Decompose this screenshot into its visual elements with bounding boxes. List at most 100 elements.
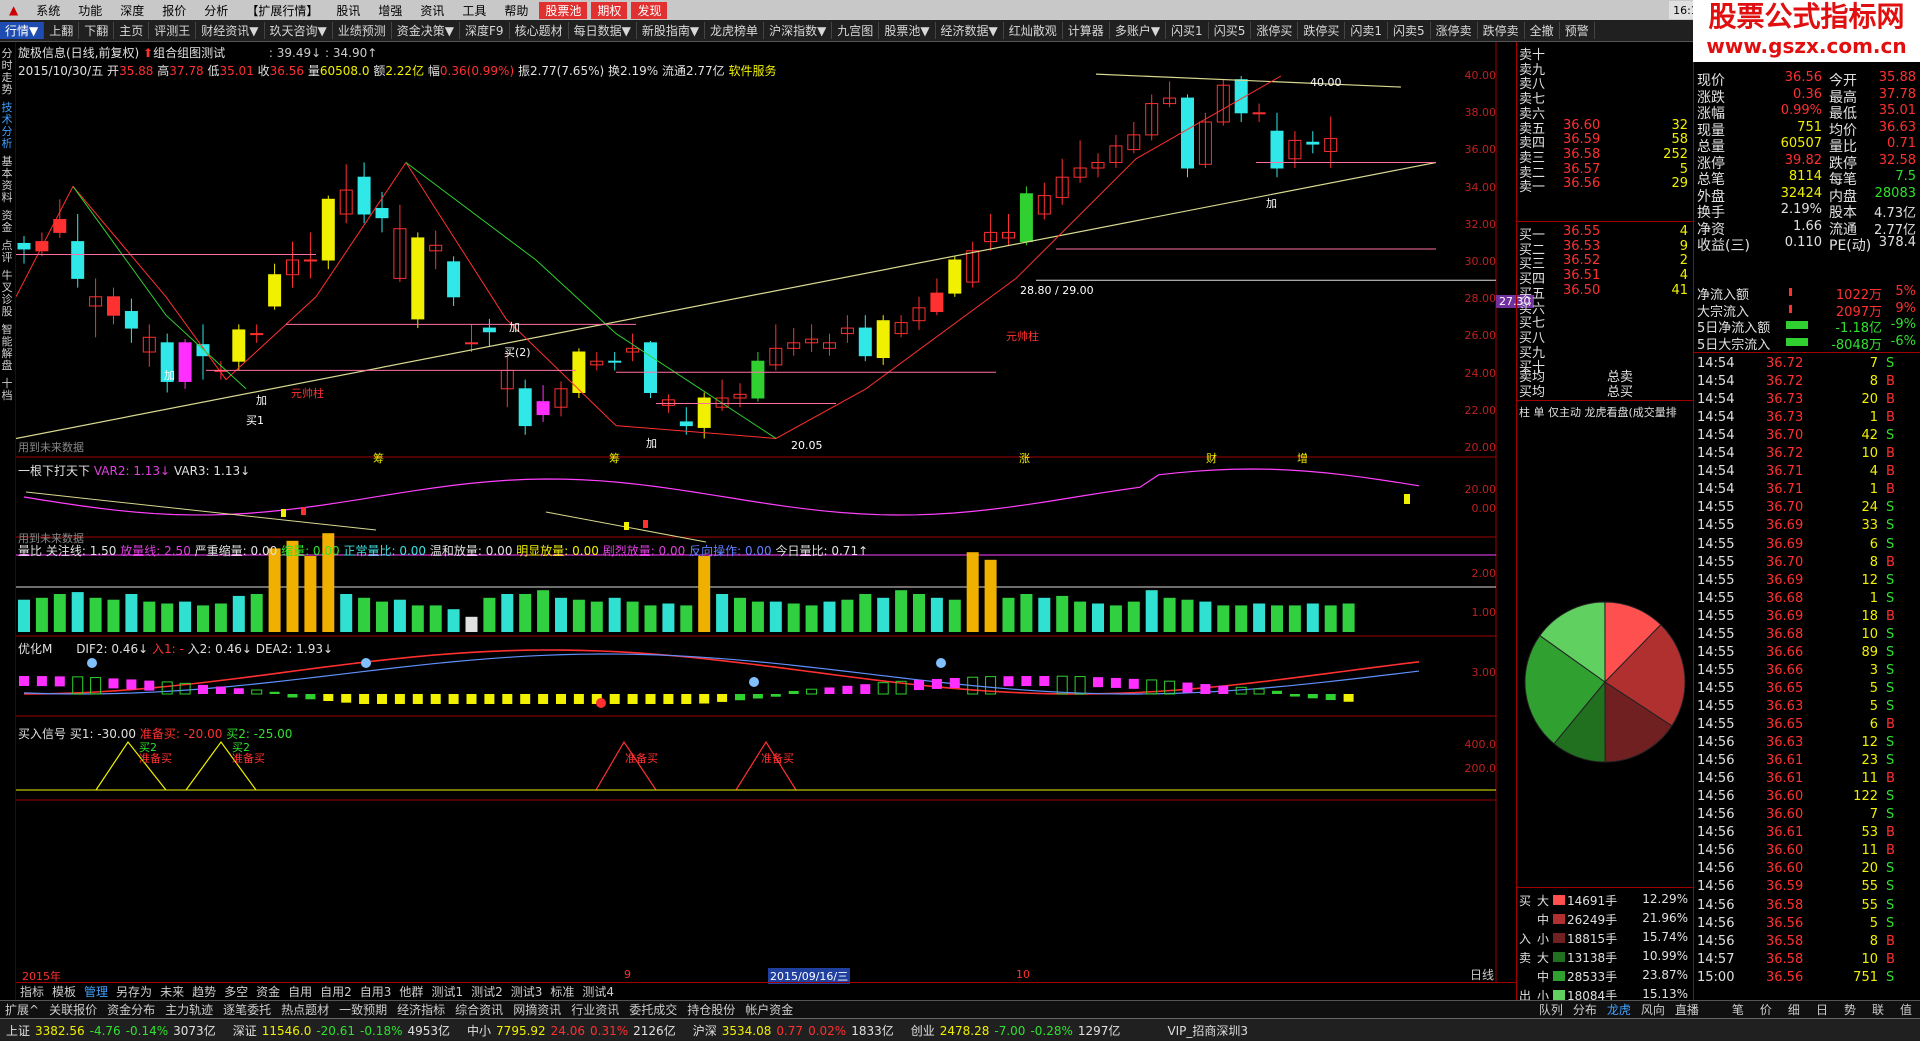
toolbar-item-12[interactable]: 新股指南▼: [637, 22, 706, 39]
right-tab-3[interactable]: 风向: [1636, 1001, 1670, 1018]
bottom-tab-4[interactable]: 逐笔委托: [218, 1001, 276, 1018]
indicator-tab-11[interactable]: 他群: [395, 983, 427, 1000]
bottom-tab-7[interactable]: 经济指标: [392, 1001, 450, 1018]
chart-area[interactable]: 旋极信息(日线,前复权) ⬆组合组图测试 : 39.49↓ : 34.90↑ 2…: [16, 42, 1534, 992]
index-2[interactable]: 中小 7795.92 24.06 0.31% 2126亿: [461, 1022, 687, 1039]
toolbar-item-10[interactable]: 核心题材: [510, 22, 569, 39]
bottom-tab-0[interactable]: 扩展^: [0, 1001, 44, 1018]
indicator-tab-8[interactable]: 自用: [284, 983, 316, 1000]
toolbar-item-16[interactable]: 股票池▼: [879, 22, 936, 39]
toolbar-item-7[interactable]: 业绩预测: [333, 22, 392, 39]
indicator-tab-6[interactable]: 多空: [220, 983, 252, 1000]
menu-item-ext[interactable]: 【扩展行情】: [237, 2, 327, 19]
bottom-tab-3[interactable]: 主力轨迹: [160, 1001, 218, 1018]
toolbar-item-5[interactable]: 财经资讯▼: [196, 22, 265, 39]
buy-price-0[interactable]: 36.55: [1563, 224, 1600, 239]
sell-price-7[interactable]: 36.58: [1563, 147, 1600, 162]
menu-item-depth[interactable]: 深度: [111, 2, 153, 19]
indicator-tab-4[interactable]: 未来: [156, 983, 188, 1000]
toolbar-item-11[interactable]: 每日数据▼: [569, 22, 637, 39]
bottom-tab-6[interactable]: 一致预期: [334, 1001, 392, 1018]
indicator-tab-3[interactable]: 另存为: [112, 983, 156, 1000]
left-nav-5[interactable]: 牛叉诊股: [0, 270, 14, 318]
event-2[interactable]: 筹: [609, 450, 620, 466]
toolbar-item-27[interactable]: 涨停卖: [1431, 22, 1478, 39]
indicator-tab-16[interactable]: 测试4: [578, 983, 618, 1000]
right-tab-2[interactable]: 龙虎: [1602, 1001, 1636, 1018]
menu-item-stock-news[interactable]: 股讯: [327, 2, 369, 19]
toolbar-item-28[interactable]: 跌停卖: [1478, 22, 1525, 39]
indicator-tab-14[interactable]: 测试3: [507, 983, 547, 1000]
toolbar-item-6[interactable]: 玖天咨询▼: [265, 22, 333, 39]
buy-price-4[interactable]: 36.50: [1563, 283, 1600, 298]
buy-price-2[interactable]: 36.52: [1563, 253, 1600, 268]
bottom-tab-5[interactable]: 热点题材: [276, 1001, 334, 1018]
left-nav-7[interactable]: 十档: [0, 378, 14, 402]
bottom-tab-13[interactable]: 帐户资金: [740, 1001, 798, 1018]
bottom-tab-10[interactable]: 行业资讯: [566, 1001, 624, 1018]
toolbar-item-3[interactable]: 主页: [114, 22, 150, 39]
buy-price-1[interactable]: 36.53: [1563, 239, 1600, 254]
app-icon[interactable]: ▲: [0, 3, 27, 17]
period-label[interactable]: 日线: [1470, 966, 1494, 983]
toolbar-item-25[interactable]: 闪卖1: [1345, 22, 1388, 39]
toolbar-item-4[interactable]: 评测王: [149, 22, 197, 39]
orderbook-tabs[interactable]: 柱 单 仅主动 龙虎看盘(成交量排: [1519, 404, 1677, 420]
index-3[interactable]: 沪深 3534.08 0.77 0.02% 1833亿: [687, 1022, 905, 1039]
right-tab-0[interactable]: 队列: [1534, 1001, 1568, 1018]
indicator-tab-1[interactable]: 模板: [48, 983, 80, 1000]
menu-item-enhance[interactable]: 增强: [369, 2, 411, 19]
menu-item-tools[interactable]: 工具: [453, 2, 495, 19]
toolbar-item-29[interactable]: 全撤: [1525, 22, 1560, 39]
bottom-tab-9[interactable]: 网摘资讯: [508, 1001, 566, 1018]
toolbar-item-2[interactable]: 下翻: [79, 22, 115, 39]
menu-item-stock-pool[interactable]: 股票池: [539, 1, 588, 19]
indicator-tab-13[interactable]: 测试2: [467, 983, 507, 1000]
toolbar-item-8[interactable]: 资金决策▼: [392, 22, 461, 39]
event-3[interactable]: 涨: [1019, 450, 1030, 466]
toolbar-item-18[interactable]: 红灿散观: [1004, 22, 1063, 39]
indicator-tab-7[interactable]: 资金: [252, 983, 284, 1000]
quote-tab-0[interactable]: 笔: [1724, 1001, 1752, 1018]
sell-price-9[interactable]: 36.56: [1563, 176, 1600, 191]
toolbar-item-26[interactable]: 闪卖5: [1388, 22, 1431, 39]
event-5[interactable]: 增: [1297, 450, 1308, 466]
menu-item-analysis[interactable]: 分析: [195, 2, 237, 19]
indicator-tab-2[interactable]: 管理: [80, 983, 112, 1000]
menu-item-news[interactable]: 资讯: [411, 2, 453, 19]
indicator-tab-5[interactable]: 趋势: [188, 983, 220, 1000]
toolbar-item-22[interactable]: 闪买5: [1209, 22, 1252, 39]
right-tab-1[interactable]: 分布: [1568, 1001, 1602, 1018]
toolbar-item-20[interactable]: 多账户▼: [1110, 22, 1167, 39]
menu-item-system[interactable]: 系统: [27, 2, 69, 19]
kline-chart[interactable]: [16, 42, 1516, 992]
quote-tab-1[interactable]: 价: [1752, 1001, 1780, 1018]
left-nav-2[interactable]: 基本资料: [0, 156, 14, 204]
quote-tab-6[interactable]: 值: [1892, 1001, 1920, 1018]
quote-tab-5[interactable]: 联: [1864, 1001, 1892, 1018]
sell-price-5[interactable]: 36.60: [1563, 118, 1600, 133]
toolbar-item-19[interactable]: 计算器: [1063, 22, 1110, 39]
event-1[interactable]: 筹: [373, 450, 384, 466]
quote-tab-3[interactable]: 日: [1808, 1001, 1836, 1018]
left-nav-1[interactable]: 技术分析: [0, 102, 14, 150]
index-4[interactable]: 创业 2478.28 -7.00 -0.28% 1297亿: [905, 1022, 1132, 1039]
sell-price-6[interactable]: 36.59: [1563, 132, 1600, 147]
menu-item-quote[interactable]: 报价: [153, 2, 195, 19]
toolbar-item-15[interactable]: 九宫图: [832, 22, 880, 39]
bottom-tab-1[interactable]: 关联报价: [44, 1001, 102, 1018]
toolbar-item-17[interactable]: 经济数据▼: [936, 22, 1004, 39]
toolbar-item-9[interactable]: 深度F9: [460, 22, 510, 39]
toolbar-item-21[interactable]: 闪买1: [1166, 22, 1209, 39]
left-nav-0[interactable]: 分时走势: [0, 48, 14, 96]
menu-item-function[interactable]: 功能: [69, 2, 111, 19]
toolbar-item-0[interactable]: 行情▼: [0, 22, 45, 39]
sell-price-8[interactable]: 36.57: [1563, 162, 1600, 177]
index-0[interactable]: 上证 3382.56 -4.76 -0.14% 3073亿: [0, 1022, 227, 1039]
event-4[interactable]: 财: [1206, 450, 1217, 466]
quote-tab-2[interactable]: 细: [1780, 1001, 1808, 1018]
toolbar-item-1[interactable]: 上翻: [44, 22, 80, 39]
toolbar-item-13[interactable]: 龙虎榜单: [705, 22, 765, 39]
menu-item-options[interactable]: 期权: [591, 1, 628, 19]
bottom-tab-2[interactable]: 资金分布: [102, 1001, 160, 1018]
